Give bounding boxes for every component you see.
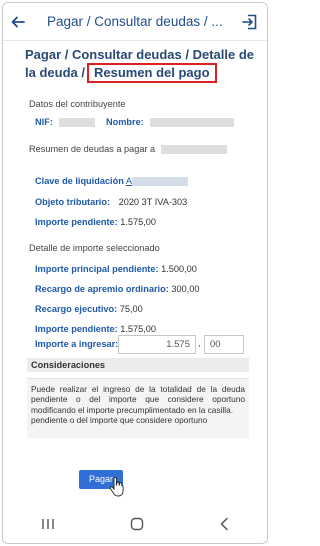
recargo-ejecutivo-row: Recargo ejecutivo: 75,00 [35, 304, 143, 314]
summary-importe-value: 1.575,00 [120, 217, 157, 227]
summary-section-title: Resumen de deudas a pagar a [29, 144, 227, 155]
breadcrumb: Pagar / Consultar deudas / Detalle de la… [25, 47, 261, 83]
objeto-value: 2020 3T IVA-303 [118, 197, 188, 207]
recargo-ejecutivo-label: Recargo ejecutivo: [35, 304, 118, 314]
detail-pendiente-value: 1.575,00 [120, 324, 157, 334]
contributor-section-title: Datos del contribuyente [29, 99, 126, 109]
logout-button[interactable] [233, 3, 267, 41]
summary-importe-label: Importe pendiente: [35, 217, 118, 227]
detail-pendiente-row: Importe pendiente: 1.575,00 [35, 324, 156, 334]
objeto-label: Objeto tributario: [35, 197, 111, 207]
hand-cursor-icon [109, 477, 124, 497]
clave-redacted [132, 177, 189, 187]
clave-row: Clave de liquidación A [35, 176, 189, 187]
breadcrumb-current: Resumen del pago [86, 63, 217, 83]
summary-title-text: Resumen de deudas a pagar a [29, 144, 156, 154]
considerations-box[interactable]: Puede realizar el ingreso de la totalida… [27, 378, 249, 438]
considerations-overflow-line: pendiente o del importe que considere op… [31, 414, 208, 425]
objeto-row: Objeto tributario: 2020 3T IVA-303 [35, 197, 187, 207]
back-chevron-icon[interactable] [219, 517, 229, 531]
nif-label: NIF: [35, 117, 53, 127]
amount-label: Importe a ingresar: [35, 339, 119, 349]
recargo-apremio-label: Recargo de apremio ordinario: [35, 284, 169, 294]
arrow-left-icon [11, 16, 25, 27]
considerations-paragraph: Puede realizar el ingreso de la totalida… [31, 384, 245, 415]
principal-label: Importe principal pendiente: [35, 264, 159, 274]
principal-row: Importe principal pendiente: 1.500,00 [35, 264, 197, 274]
home-icon[interactable] [130, 517, 144, 531]
recargo-apremio-row: Recargo de apremio ordinario: 300,00 [35, 284, 199, 294]
recargo-ejecutivo-value: 75,00 [119, 304, 143, 314]
name-label: Nombre: [106, 117, 144, 127]
detail-section-title: Detalle de importe seleccionado [29, 243, 160, 253]
phone-frame: Pagar / Consultar deudas / ... Pagar / C… [2, 2, 268, 544]
nif-row: NIF: [35, 117, 96, 128]
principal-value: 1.500,00 [161, 264, 197, 274]
clave-label: Clave de liquidación [35, 176, 124, 186]
name-row: Nombre: [106, 117, 235, 128]
system-navigation-bar [3, 505, 267, 543]
considerations-text: Puede realizar el ingreso de la totalida… [27, 379, 249, 425]
nif-value-redacted [59, 118, 96, 128]
summary-importe-row: Importe pendiente: 1.575,00 [35, 217, 156, 227]
app-bar-title: Pagar / Consultar deudas / ... [47, 14, 223, 29]
recent-apps-icon[interactable] [41, 518, 55, 530]
considerations-title: Consideraciones [27, 358, 249, 372]
name-value-redacted [150, 118, 235, 128]
back-button[interactable] [3, 3, 33, 41]
detail-pendiente-label: Importe pendiente: [35, 324, 118, 334]
logout-icon [242, 14, 257, 29]
amount-decimal-input[interactable]: 00 [204, 335, 244, 354]
amount-separator: , [198, 338, 201, 349]
amount-integer-input[interactable]: 1.575 [118, 335, 196, 354]
creditor-redacted [160, 145, 227, 155]
recargo-apremio-value: 300,00 [171, 284, 200, 294]
app-bar: Pagar / Consultar deudas / ... [3, 3, 267, 41]
clave-link[interactable]: A [126, 176, 189, 187]
